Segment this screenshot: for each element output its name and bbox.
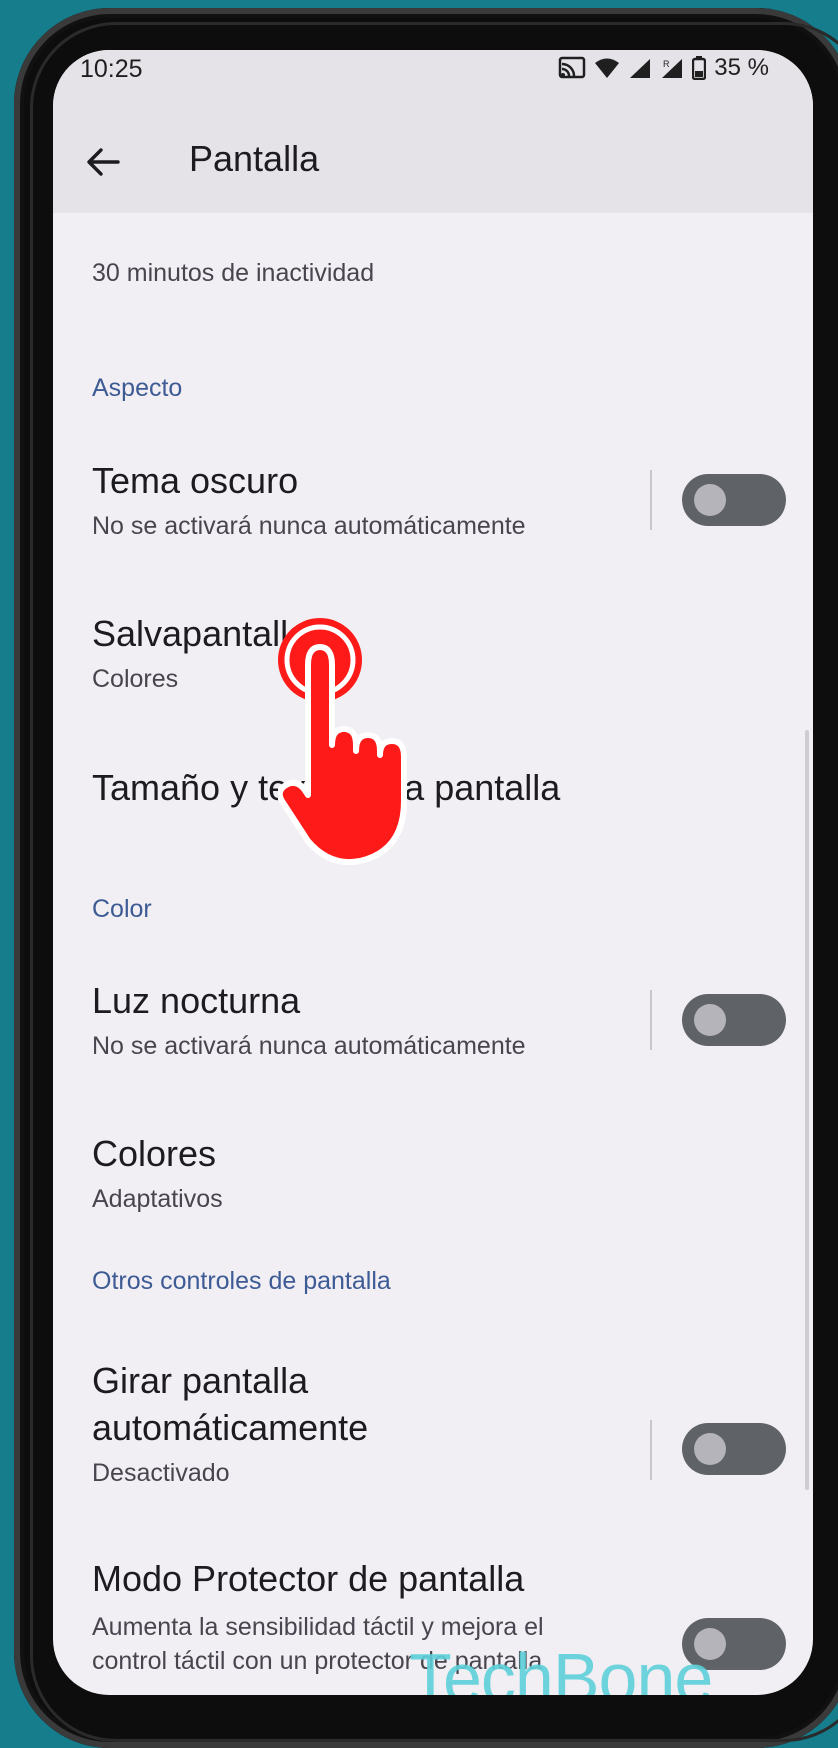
setting-auto-rotate[interactable]: Girar pantalla automáticamente Desactiva… [92,1357,772,1489]
setting-title: Colores [92,1133,217,1174]
setting-display-size-text[interactable]: Tamaño y texto de la pantalla [92,764,772,811]
cast-icon [558,56,586,80]
divider [650,990,652,1050]
signal-roaming-icon: R [660,57,684,79]
section-header-aspecto: Aspecto [92,374,183,402]
toggle-knob [694,484,726,516]
setting-dark-theme[interactable]: Tema oscuro No se activará nunca automát… [92,457,772,542]
device-screen: 10:25 R 35 % Pantalla 30 minutos de inac… [53,50,813,1695]
section-header-color: Color [92,895,152,923]
section-header-other-controls: Otros controles de pantalla [92,1267,391,1295]
signal-icon [628,57,652,79]
toggle-knob [694,1433,726,1465]
setting-subtitle: Colores [92,665,179,693]
setting-title: Tema oscuro [92,460,299,501]
back-button[interactable] [79,140,127,188]
svg-text:R: R [663,59,670,69]
setting-title: Tamaño y texto de la pantalla [92,767,561,808]
setting-colors[interactable]: Colores Adaptativos [92,1130,772,1215]
watermark-logo: TechBone [409,1639,713,1695]
setting-night-light[interactable]: Luz nocturna No se activará nunca automá… [92,977,772,1062]
setting-subtitle: Adaptativos [92,1185,223,1213]
setting-title: Salvapantallas [92,613,327,654]
auto-rotate-toggle[interactable] [682,1423,786,1475]
toggle-knob [694,1004,726,1036]
page-title: Pantalla [189,138,320,179]
night-light-toggle[interactable] [682,994,786,1046]
arrow-left-icon [86,147,120,182]
setting-subtitle: Desactivado [92,1459,230,1487]
setting-subtitle: No se activará nunca automáticamente [92,1032,526,1060]
status-time: 10:25 [80,55,143,83]
battery-icon [692,56,707,80]
settings-list: 30 minutos de inactividad Aspecto Tema o… [53,213,813,1695]
status-icons: R 35 % [558,54,769,82]
scrollbar[interactable] [805,730,809,1490]
setting-title: Modo Protector de pantalla [92,1558,525,1599]
setting-title: Luz nocturna [92,980,301,1021]
app-header: 10:25 R 35 % Pantalla [53,50,813,213]
setting-title-line2: automáticamente [92,1407,369,1448]
wifi-icon [594,57,620,79]
timeout-summary: 30 minutos de inactividad [92,259,375,287]
battery-percent: 35 % [714,54,769,81]
divider [650,1420,652,1480]
setting-subtitle: No se activará nunca automáticamente [92,512,526,540]
setting-title-line1: Girar pantalla [92,1360,309,1401]
setting-screensaver[interactable]: Salvapantallas Colores [92,610,772,695]
divider [650,470,652,530]
dark-theme-toggle[interactable] [682,474,786,526]
